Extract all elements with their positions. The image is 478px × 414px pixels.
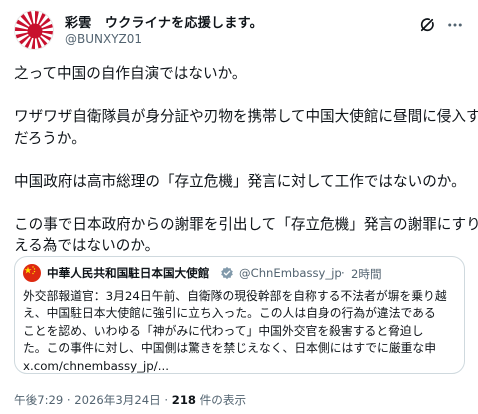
post-time[interactable]: 午後7:29 <box>14 393 63 407</box>
post-line: 中国政府は高市総理の「存立危機」発言に対して工作ではないのか。 <box>14 172 466 190</box>
quoted-avatar[interactable] <box>23 264 41 282</box>
post-line: ワザワザ自衛隊員が身分証や刃物を携帯して中国大使館に昼間に侵入する <box>14 108 478 125</box>
post-meta: 午後7:29 · 2026年3月24日 · 218 件の表示 <box>14 392 246 408</box>
view-count: 218 <box>171 393 196 407</box>
quoted-line: え、中国駐日本大使館に強引に立ち入った。この人は自身の行為が違法である <box>23 306 436 321</box>
author-handle[interactable]: @BUNXYZ01 <box>65 32 142 46</box>
avatar[interactable] <box>14 10 54 50</box>
quoted-link[interactable]: x.com/chnembassy_jp/... <box>23 358 459 373</box>
post-header: 彩雲 ウクライナを応援します。 @BUNXYZ01 <box>14 10 466 50</box>
author-display-name[interactable]: 彩雲 ウクライナを応援します。 <box>65 12 263 31</box>
quoted-post-text: 外交部報道官：3月24日午前、自衛隊の現役幹部を自称する不法者が塀を乗り越 え、… <box>23 288 459 373</box>
post-line: この事で日本政府からの謝罪を引出して「存立危機」発言の謝罪にすり替 <box>14 215 478 233</box>
quoted-line: ことを認め、いわゆる「神がみに代わって」中国外交官を殺害すると脅迫し <box>23 323 424 338</box>
post-line: える為ではないのか。 <box>14 237 160 254</box>
rising-sun-flag-icon <box>15 11 53 49</box>
quoted-display-name[interactable]: 中華人民共和国駐日本国大使館 <box>47 265 209 281</box>
quoted-timestamp[interactable]: 2時間 <box>351 266 382 282</box>
quoted-post-header: 中華人民共和国駐日本国大使館 @ChnEmbassy_jp · 2時間 <box>23 264 463 282</box>
quoted-handle[interactable]: @ChnEmbassy_jp <box>239 266 342 280</box>
post-date[interactable]: 2026年3月24日 <box>74 393 160 407</box>
view-count-label: 件の表示 <box>195 393 247 407</box>
grok-icon[interactable] <box>418 16 436 34</box>
government-verified-badge-icon <box>221 266 233 280</box>
meta-separator: · <box>160 393 172 407</box>
post-text: 之って中国の自作自演ではないか。 ワザワザ自衛隊員が身分証や刃物を携帯して中国大… <box>14 63 478 257</box>
meta-separator: · <box>63 393 75 407</box>
quoted-line: 外交部報道官：3月24日午前、自衛隊の現役幹部を自称する不法者が塀を乗り越 <box>23 289 447 303</box>
quoted-post[interactable]: 中華人民共和国駐日本国大使館 @ChnEmbassy_jp · 2時間 外交部報… <box>14 256 465 374</box>
post: 彩雲 ウクライナを応援します。 @BUNXYZ01 之って中国の自作自演ではない… <box>0 0 478 414</box>
post-line: 之って中国の自作自演ではないか。 <box>14 65 247 82</box>
china-flag-icon <box>23 264 41 282</box>
post-line: だろうか。 <box>14 129 86 147</box>
more-icon[interactable] <box>446 16 464 34</box>
separator-dot: · <box>341 266 345 280</box>
quoted-line: た。この事件に対し、中国側は驚きを禁じえなく、日本側にはすでに厳重な申 <box>23 341 437 356</box>
